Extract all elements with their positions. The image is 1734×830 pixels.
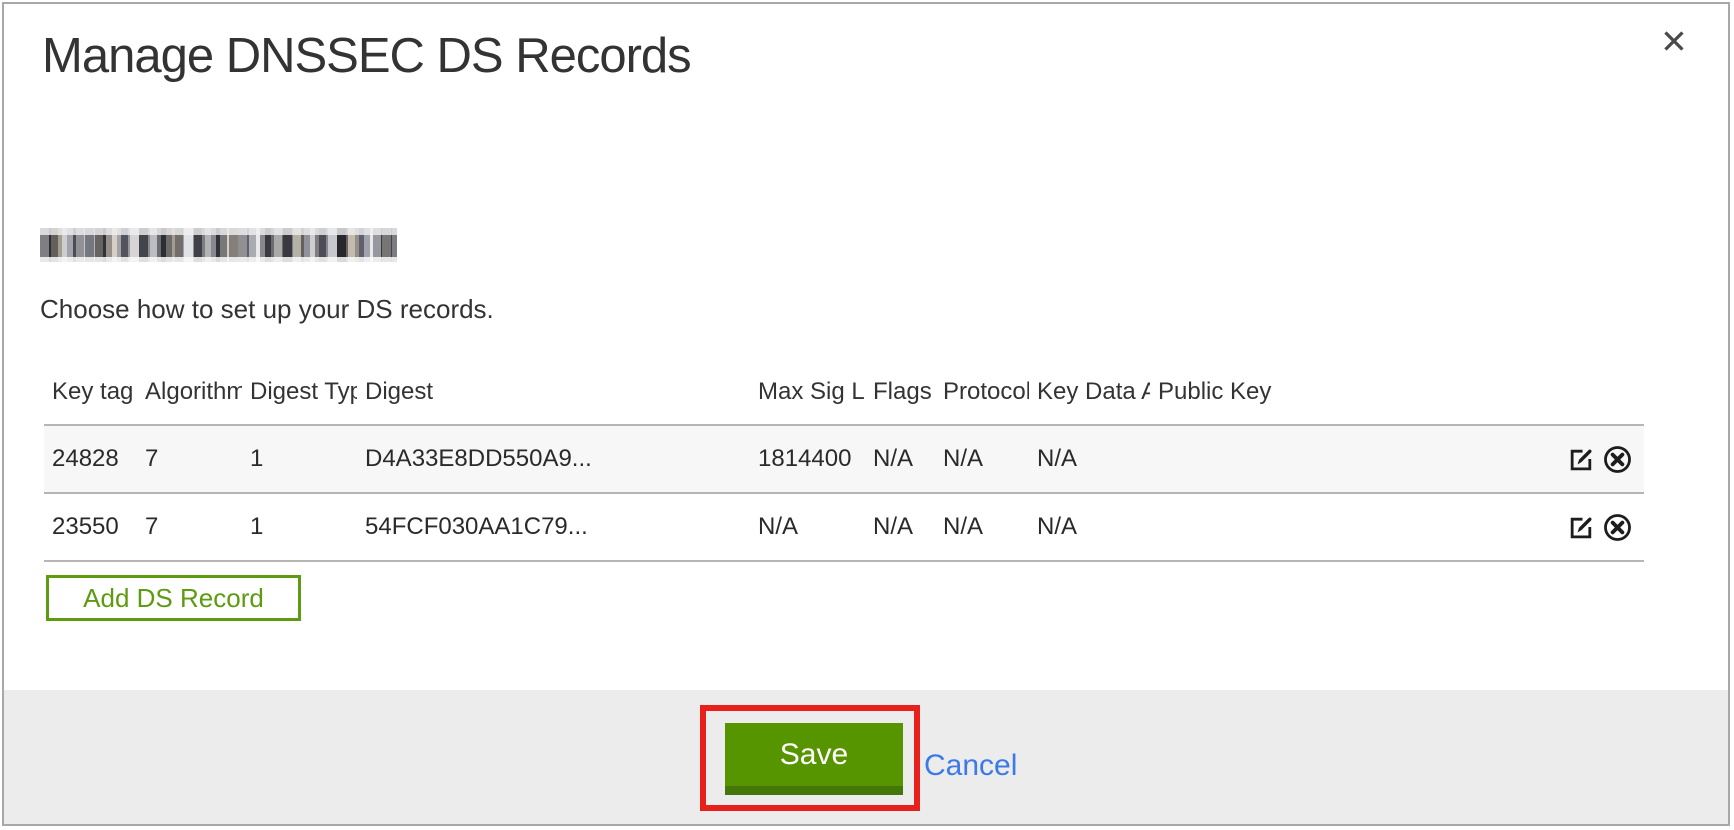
cell-flags: N/A (865, 493, 935, 561)
column-header-protocol: Protocol (935, 370, 1029, 425)
delete-record-icon (1603, 462, 1632, 477)
cell-public-key (1150, 425, 1560, 493)
column-header-digest-type: Digest Type (242, 370, 357, 425)
close-button[interactable]: ✕ (1654, 22, 1694, 62)
cell-algorithm: 7 (137, 425, 242, 493)
cell-key-tag: 23550 (44, 493, 137, 561)
column-header-actions (1560, 370, 1644, 425)
edit-record-icon (1568, 461, 1595, 476)
cell-digest: 54FCF030AA1C79... (357, 493, 750, 561)
cell-key-data-alg: N/A (1029, 493, 1150, 561)
delete-record-button[interactable] (1603, 445, 1632, 474)
manage-dnssec-modal: Manage DNSSEC DS Records ✕ Choose how to… (2, 2, 1730, 826)
cell-flags: N/A (865, 425, 935, 493)
column-header-max-sig-life: Max Sig Life (750, 370, 865, 425)
cell-public-key (1150, 493, 1560, 561)
edit-record-icon (1568, 529, 1595, 544)
cell-digest-type: 1 (242, 493, 357, 561)
edit-record-button[interactable] (1568, 514, 1595, 541)
cell-actions (1560, 425, 1644, 493)
domain-name-redacted (40, 228, 397, 262)
column-header-key-tag: Key tag (44, 370, 137, 425)
modal-footer: Save Cancel (4, 690, 1728, 824)
cell-key-tag: 24828 (44, 425, 137, 493)
page-title: Manage DNSSEC DS Records (42, 28, 691, 84)
cell-key-data-alg: N/A (1029, 425, 1150, 493)
column-header-algorithm: Algorithm (137, 370, 242, 425)
table-row: 23550 7 1 54FCF030AA1C79... N/A N/A N/A … (44, 493, 1644, 561)
table-row: 24828 7 1 D4A33E8DD550A9... 1814400 N/A … (44, 425, 1644, 493)
instruction-text: Choose how to set up your DS records. (40, 294, 494, 325)
cell-digest-type: 1 (242, 425, 357, 493)
cell-actions (1560, 493, 1644, 561)
close-icon: ✕ (1660, 23, 1688, 60)
column-header-digest: Digest (357, 370, 750, 425)
cell-protocol: N/A (935, 425, 1029, 493)
ds-records-table: Key tag Algorithm Digest Type Digest Max… (44, 370, 1644, 562)
cell-algorithm: 7 (137, 493, 242, 561)
add-ds-record-button[interactable]: Add DS Record (46, 575, 301, 621)
cell-digest: D4A33E8DD550A9... (357, 425, 750, 493)
cell-max-sig-life: N/A (750, 493, 865, 561)
column-header-flags: Flags (865, 370, 935, 425)
column-header-key-data-alg: Key Data Alg (1029, 370, 1150, 425)
cell-max-sig-life: 1814400 (750, 425, 865, 493)
cell-protocol: N/A (935, 493, 1029, 561)
cancel-link[interactable]: Cancel (924, 749, 1017, 783)
save-button[interactable]: Save (725, 723, 903, 795)
edit-record-button[interactable] (1568, 446, 1595, 473)
delete-record-icon (1603, 530, 1632, 545)
column-header-public-key: Public Key (1150, 370, 1560, 425)
delete-record-button[interactable] (1603, 513, 1632, 542)
table-header-row: Key tag Algorithm Digest Type Digest Max… (44, 370, 1644, 425)
